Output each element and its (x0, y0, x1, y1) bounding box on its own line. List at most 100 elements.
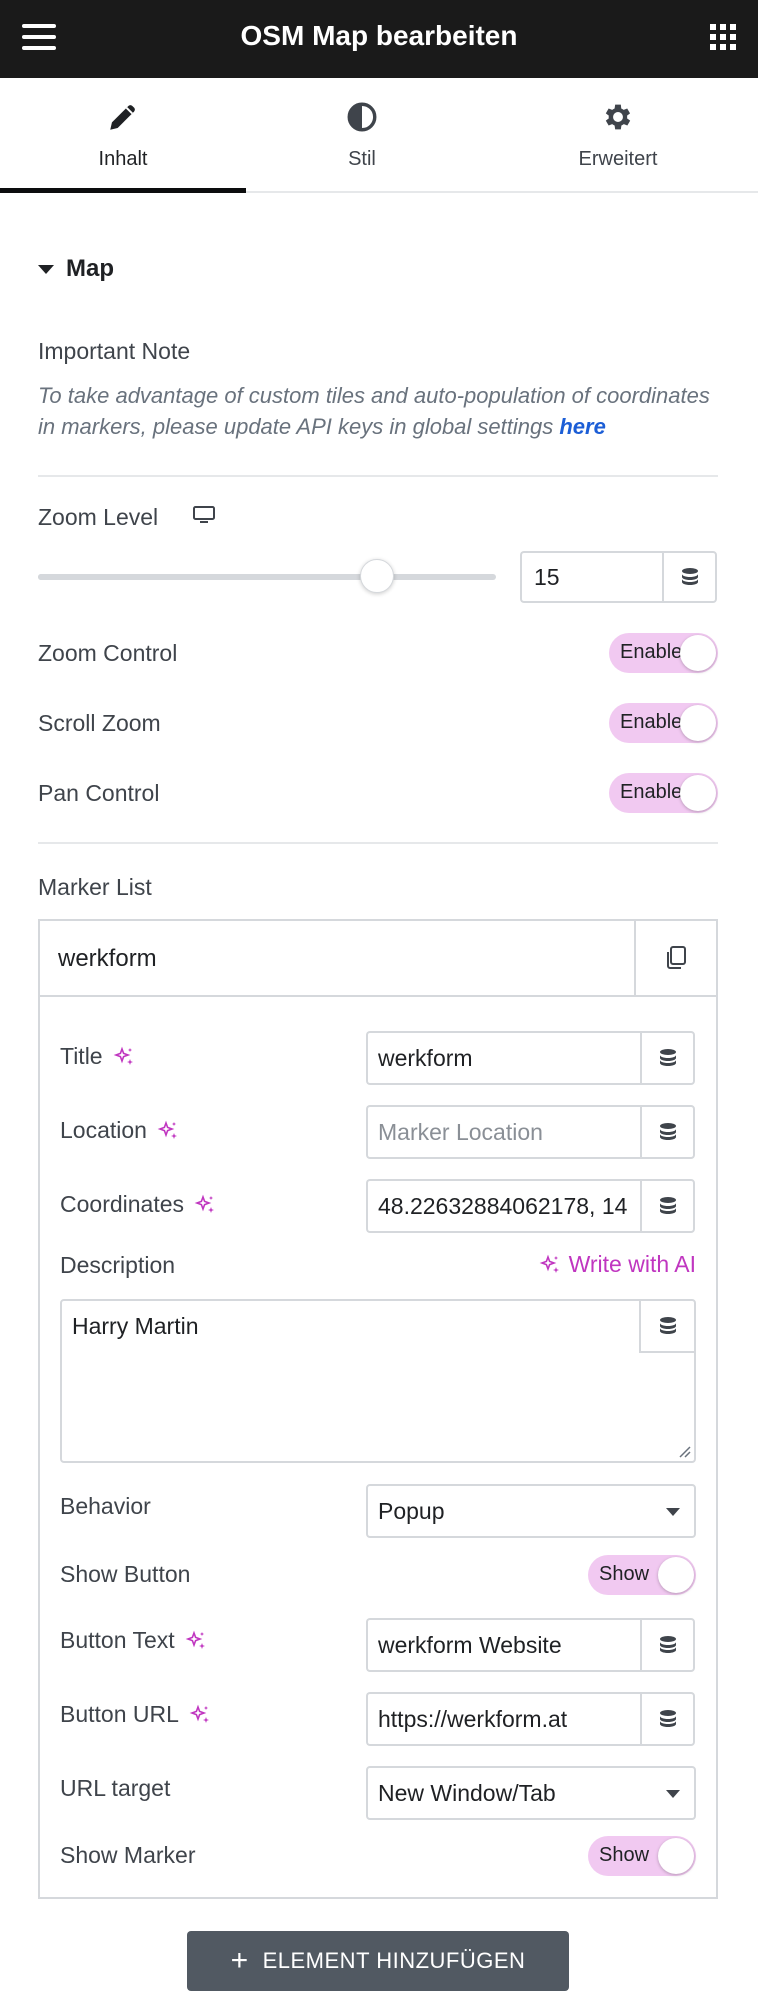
tab-bar: Inhalt Stil Erweitert (0, 78, 758, 193)
toggle-knob (680, 705, 716, 741)
database-icon (681, 568, 698, 585)
button-text-dynamic-button[interactable] (640, 1618, 695, 1672)
divider (38, 475, 718, 477)
toggle-state: Enable (620, 711, 683, 733)
toggle-knob (680, 775, 716, 811)
copy-icon (667, 946, 686, 969)
divider (38, 842, 718, 844)
title-dynamic-button[interactable] (640, 1031, 695, 1085)
zoom-slider-fill (38, 574, 377, 580)
show-button-label-text: Show Button (60, 1561, 191, 1587)
marker-list-label: Marker List (38, 874, 152, 900)
show-button-label: Show Button (60, 1561, 190, 1588)
resize-handle-icon[interactable] (677, 1444, 691, 1458)
dropdown-arrow-icon (666, 1790, 680, 1798)
important-note-text: To take advantage of custom tiles and au… (38, 380, 728, 442)
write-with-ai-label: Write with AI (568, 1251, 696, 1277)
zoom-slider[interactable] (38, 559, 496, 593)
toggle-knob (658, 1557, 694, 1593)
repeater-item-header[interactable]: werkform (40, 921, 716, 997)
database-icon (659, 1123, 676, 1140)
grid-icon[interactable] (710, 24, 736, 50)
description-textarea[interactable]: Harry Martin (60, 1299, 696, 1463)
dropdown-arrow-icon (666, 1508, 680, 1516)
zoom-slider-thumb[interactable] (359, 559, 394, 593)
tab-erweitert[interactable]: Erweitert (478, 78, 758, 191)
location-label: Location (60, 1117, 179, 1144)
toggle-knob (680, 635, 716, 671)
database-icon (659, 1049, 676, 1066)
toggle-knob (658, 1838, 694, 1874)
button-url-label: Button URL (60, 1701, 211, 1728)
toggle-state: Show (599, 1844, 650, 1866)
title-input[interactable]: werkform (366, 1031, 642, 1085)
global-settings-link[interactable]: here (559, 414, 605, 439)
scroll-zoom-toggle[interactable]: Enable (609, 703, 718, 743)
section-map-toggle[interactable]: Map (38, 255, 114, 283)
button-text-input[interactable]: werkform Website (366, 1618, 642, 1672)
show-marker-toggle[interactable]: Show (588, 1836, 696, 1876)
behavior-label: Behavior (60, 1493, 151, 1520)
location-input[interactable]: Marker Location (366, 1105, 642, 1159)
database-icon (659, 1636, 676, 1653)
coordinates-label: Coordinates (60, 1191, 216, 1218)
section-title: Map (66, 255, 114, 282)
location-label-text: Location (60, 1117, 147, 1143)
coordinates-input[interactable]: 48.22632884062178, 14 (366, 1179, 642, 1233)
button-url-input[interactable]: https://werkform.at (366, 1692, 642, 1746)
title-label: Title (60, 1043, 135, 1070)
sparkle-ai-icon[interactable] (157, 1120, 179, 1142)
tab-label: Erweitert (578, 148, 658, 170)
button-url-dynamic-button[interactable] (640, 1692, 695, 1746)
database-icon (659, 1710, 676, 1727)
contrast-icon (347, 102, 377, 132)
description-text: Harry Martin (72, 1313, 199, 1339)
caret-down-icon (38, 264, 54, 274)
dynamic-tags-button[interactable] (662, 551, 717, 603)
url-target-label-text: URL target (60, 1775, 171, 1801)
plus-icon: + (230, 1944, 249, 1977)
add-element-button[interactable]: + ELEMENT HINZUFÜGEN (187, 1931, 569, 1991)
zoom-level-input[interactable]: 15 (520, 551, 662, 603)
description-label-text: Description (60, 1252, 176, 1278)
sparkle-ai-icon[interactable] (194, 1194, 216, 1216)
desktop-icon[interactable] (193, 506, 215, 524)
database-icon (659, 1317, 676, 1334)
pan-control-toggle[interactable]: Enable (609, 773, 718, 813)
tab-inhalt[interactable]: Inhalt (0, 78, 246, 193)
coordinates-label-text: Coordinates (60, 1191, 185, 1217)
url-target-label: URL target (60, 1775, 170, 1802)
toggle-state: Enable (620, 641, 683, 663)
repeater-item-title[interactable]: werkform (58, 945, 157, 973)
duplicate-button[interactable] (634, 921, 716, 995)
top-bar: OSM Map bearbeiten (0, 0, 758, 78)
tab-stil[interactable]: Stil (246, 78, 478, 191)
tab-label: Inhalt (98, 148, 148, 170)
panel-title: OSM Map bearbeiten (240, 20, 518, 51)
url-target-select[interactable]: New Window/Tab (366, 1766, 696, 1820)
location-dynamic-button[interactable] (640, 1105, 695, 1159)
pan-control-label: Pan Control (38, 780, 160, 806)
zoom-control-toggle[interactable]: Enable (609, 633, 718, 673)
tab-label: Stil (348, 148, 376, 170)
title-label-text: Title (60, 1043, 103, 1069)
description-dynamic-button[interactable] (639, 1301, 694, 1353)
write-with-ai-button[interactable]: Write with AI (539, 1251, 696, 1278)
coordinates-dynamic-button[interactable] (640, 1179, 695, 1233)
add-element-label: ELEMENT HINZUFÜGEN (262, 1948, 526, 1973)
show-button-toggle[interactable]: Show (588, 1555, 696, 1595)
zoom-level-label: Zoom Level (38, 504, 159, 530)
important-note-label: Important Note (38, 338, 191, 364)
description-label: Description (60, 1252, 175, 1279)
zoom-control-label: Zoom Control (38, 640, 178, 666)
sparkle-ai-icon[interactable] (185, 1630, 207, 1652)
button-text-label: Button Text (60, 1627, 207, 1654)
sparkle-ai-icon[interactable] (189, 1704, 211, 1726)
sparkle-ai-icon[interactable] (113, 1046, 135, 1068)
note-body: To take advantage of custom tiles and au… (38, 383, 710, 439)
marker-repeater: werkform Title werkform Location Marker … (38, 919, 718, 1899)
behavior-label-text: Behavior (60, 1493, 151, 1519)
behavior-select[interactable]: Popup (366, 1484, 696, 1538)
behavior-value: Popup (378, 1498, 445, 1524)
scroll-zoom-label: Scroll Zoom (38, 710, 161, 736)
